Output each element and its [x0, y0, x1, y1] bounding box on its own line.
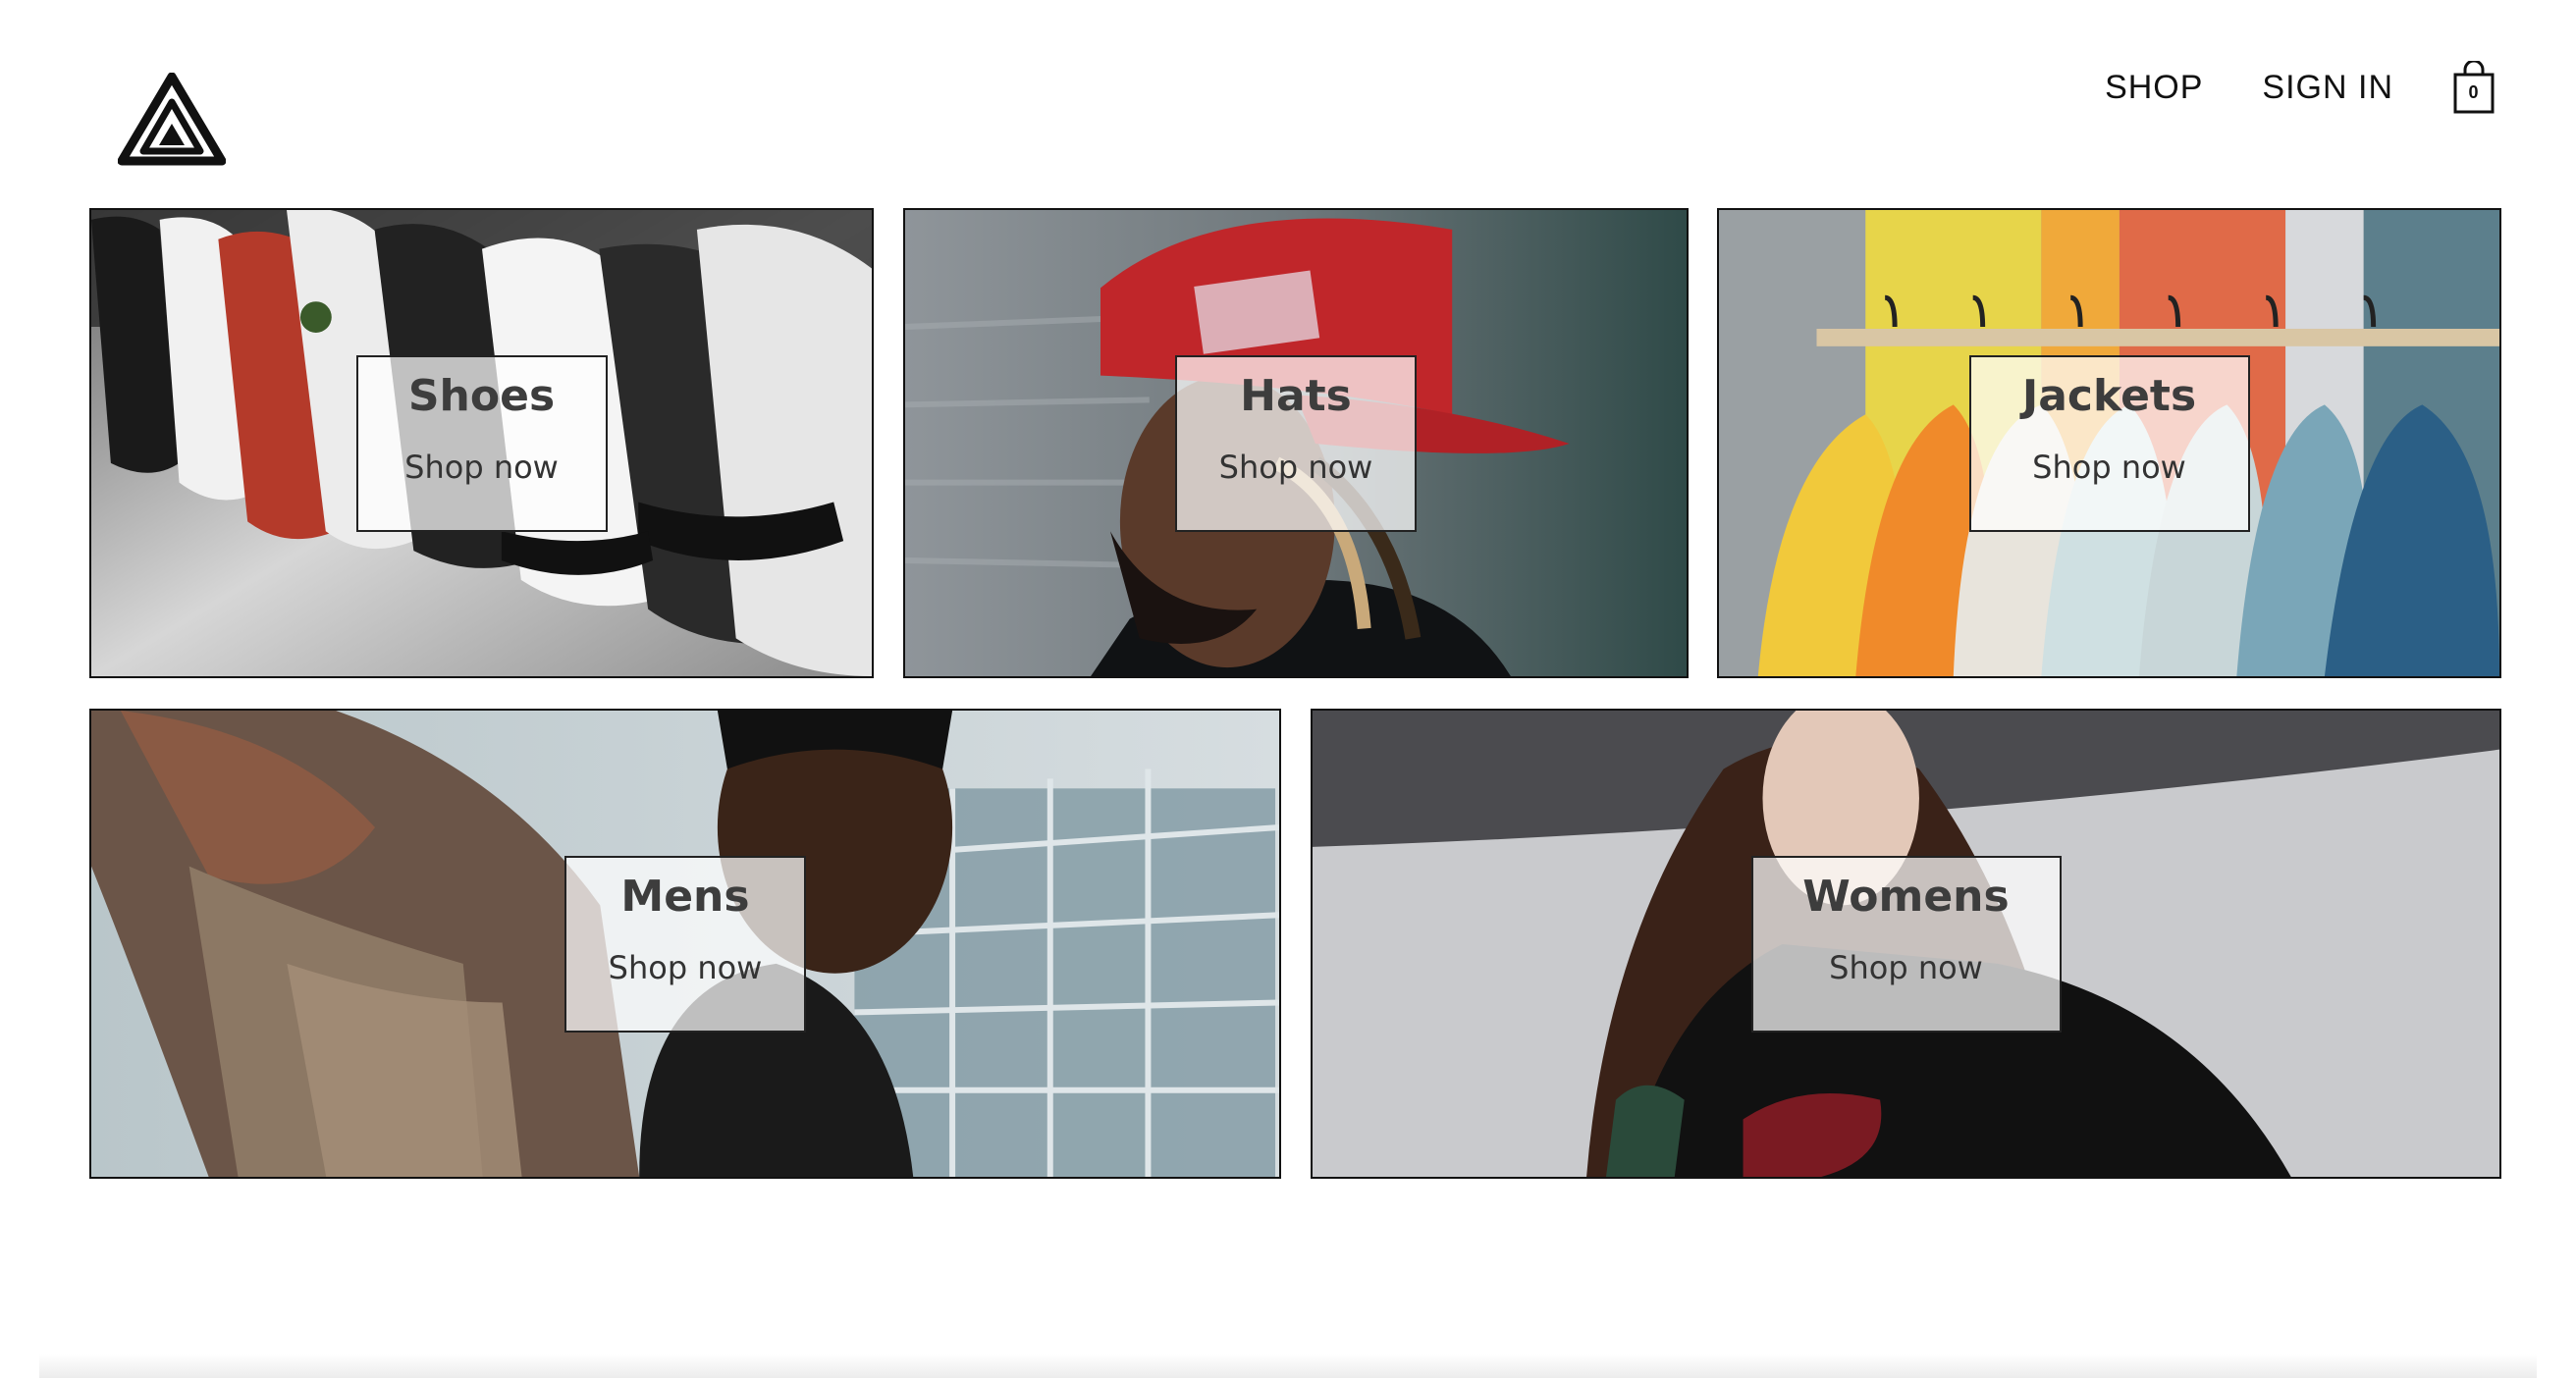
shop-now-link[interactable]: Shop now	[1971, 449, 2248, 486]
category-title: Womens	[1802, 871, 2010, 922]
category-tile-hats[interactable]: Hats Shop now	[903, 208, 1689, 678]
shop-now-link[interactable]: Shop now	[566, 949, 804, 986]
category-tile-mens[interactable]: Mens Shop now	[89, 709, 1281, 1179]
category-label-shoes: Shoes Shop now	[355, 354, 608, 532]
category-tile-shoes[interactable]: Shoes Shop now	[89, 208, 874, 678]
category-label-mens: Mens Shop now	[564, 855, 806, 1033]
category-title: Mens	[620, 871, 750, 922]
category-label-jackets: Jackets Shop now	[1968, 354, 2250, 532]
sign-in-link[interactable]: SIGN IN	[2262, 69, 2393, 107]
page-bottom-edge	[39, 1354, 2537, 1378]
triangle-logo-icon[interactable]	[117, 72, 227, 167]
top-nav: SHOP SIGN IN 0	[2105, 61, 2496, 114]
shop-now-link[interactable]: Shop now	[358, 449, 606, 486]
category-title: Hats	[1240, 370, 1352, 421]
category-label-hats: Hats Shop now	[1175, 354, 1417, 532]
shop-now-link[interactable]: Shop now	[1177, 449, 1415, 486]
category-label-womens: Womens Shop now	[1750, 855, 2062, 1033]
shop-now-link[interactable]: Shop now	[1753, 949, 2060, 986]
cart-count: 0	[2468, 82, 2480, 102]
category-tile-womens[interactable]: Womens Shop now	[1311, 709, 2501, 1179]
category-tile-jackets[interactable]: Jackets Shop now	[1717, 208, 2501, 678]
category-title: Jackets	[2021, 370, 2197, 421]
category-title: Shoes	[407, 370, 556, 421]
shop-link[interactable]: SHOP	[2105, 69, 2203, 107]
page: SHOP SIGN IN 0 Shoes Shop now Hats Shop …	[0, 0, 2576, 1378]
shopping-bag-icon[interactable]: 0	[2452, 61, 2496, 114]
